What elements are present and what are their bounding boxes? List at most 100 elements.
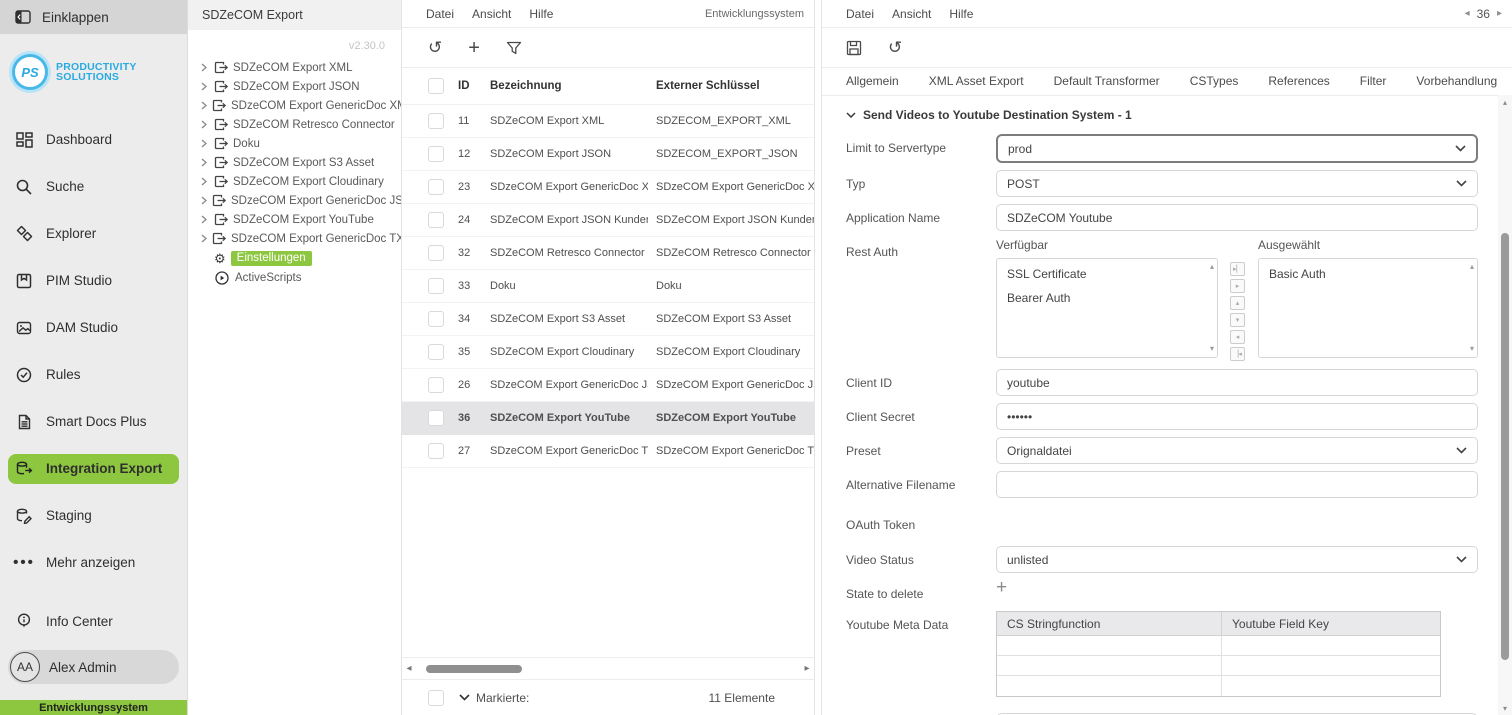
meta-table-row[interactable]: [997, 676, 1440, 696]
user-menu[interactable]: AA Alex Admin: [8, 650, 179, 684]
table-row-selected[interactable]: 36 SDZeCOM Export YouTube SDZeCOM Export…: [402, 402, 814, 435]
sidebar-item-explorer[interactable]: Explorer: [14, 219, 173, 249]
scroll-right-icon[interactable]: ▸: [800, 663, 814, 674]
move-up-button[interactable]: ▴: [1230, 296, 1245, 310]
chevron-right-icon[interactable]: [201, 101, 207, 110]
sidebar-item-dashboard[interactable]: Dashboard: [14, 125, 173, 155]
sidebar-item-integration-export[interactable]: Integration Export: [8, 454, 179, 484]
chevron-right-icon[interactable]: [201, 63, 209, 72]
sidebar-item-mehr-anzeigen[interactable]: ••• Mehr anzeigen: [14, 548, 173, 578]
move-left-button[interactable]: ◂: [1230, 330, 1245, 344]
refresh-button[interactable]: ↺: [428, 40, 442, 56]
alternative-filename-input[interactable]: [996, 471, 1478, 498]
application-name-input[interactable]: [996, 204, 1478, 231]
servertype-select[interactable]: prod: [996, 134, 1478, 163]
sidebar-item-rules[interactable]: Rules: [14, 360, 173, 390]
tree-item-activescripts[interactable]: ActiveScripts: [215, 268, 401, 288]
tab-default-transformer[interactable]: Default Transformer: [1054, 68, 1160, 96]
scroll-left-icon[interactable]: ◂: [402, 663, 416, 674]
menu-ansicht[interactable]: Ansicht: [892, 7, 931, 21]
collapse-sidebar-button[interactable]: Einklappen: [0, 0, 187, 34]
table-row[interactable]: 23 SDzeCOM Export GenericDoc XML SDzeCOM…: [402, 171, 814, 204]
tree-item[interactable]: SDzeCOM Export GenericDoc TXT: [201, 229, 401, 248]
move-all-left-button[interactable]: ▕◂: [1230, 347, 1245, 361]
marked-toggle[interactable]: Markierte:: [459, 691, 529, 705]
tab-vorbehandlung[interactable]: Vorbehandlung: [1416, 68, 1497, 96]
tree-item[interactable]: SDZeCOM Export YouTube: [201, 210, 401, 229]
table-row[interactable]: 11 SDZeCOM Export XML SDZECOM_EXPORT_XML: [402, 105, 814, 138]
tree-item[interactable]: SDzeCOM Export GenericDoc JSON: [201, 191, 401, 210]
table-row[interactable]: 27 SDzeCOM Export GenericDoc TXT SDzeCOM…: [402, 435, 814, 468]
tree-item[interactable]: SDZeCOM Export Cloudinary: [201, 172, 401, 191]
sidebar-item-pim-studio[interactable]: PIM Studio: [14, 266, 173, 296]
list-option[interactable]: Basic Auth: [1269, 265, 1463, 289]
move-all-right-button[interactable]: ▸▏: [1230, 262, 1245, 276]
row-checkbox[interactable]: [428, 212, 444, 228]
table-row[interactable]: 32 SDZeCOM Retresco Connector SDZeCOM Re…: [402, 237, 814, 270]
horizontal-scrollbar[interactable]: ◂ ▸: [402, 657, 814, 679]
table-row[interactable]: 26 SDzeCOM Export GenericDoc JSON SDzeCO…: [402, 369, 814, 402]
scrollbar-thumb[interactable]: [426, 665, 522, 673]
table-row[interactable]: 12 SDZeCOM Export JSON SDZECOM_EXPORT_JS…: [402, 138, 814, 171]
section-toggle[interactable]: Send Videos to Youtube Destination Syste…: [846, 108, 1478, 122]
row-checkbox[interactable]: [428, 146, 444, 162]
table-row[interactable]: 34 SDZeCOM Export S3 Asset SDZeCOM Expor…: [402, 303, 814, 336]
chevron-right-icon[interactable]: [201, 215, 209, 224]
tree-item[interactable]: Doku: [201, 134, 401, 153]
filter-button[interactable]: [506, 41, 522, 55]
vertical-scrollbar[interactable]: ▴ ▾: [1498, 95, 1512, 715]
row-checkbox[interactable]: [428, 179, 444, 195]
tree-item[interactable]: SDZeCOM Export S3 Asset: [201, 153, 401, 172]
table-row[interactable]: 33 Doku Doku: [402, 270, 814, 303]
tab-cstypes[interactable]: CSTypes: [1190, 68, 1239, 96]
add-state-button[interactable]: +: [996, 575, 1007, 598]
chevron-right-icon[interactable]: [201, 158, 209, 167]
table-row[interactable]: 24 SDZeCOM Export JSON Kundenliste SDZeC…: [402, 204, 814, 237]
menu-hilfe[interactable]: Hilfe: [529, 7, 553, 21]
menu-hilfe[interactable]: Hilfe: [949, 7, 973, 21]
chevron-right-icon[interactable]: [201, 234, 207, 243]
chevron-right-icon[interactable]: [201, 120, 209, 129]
available-listbox[interactable]: SSL Certificate Bearer Auth ▴ ▾: [996, 258, 1218, 358]
scroll-down-icon[interactable]: ▾: [1470, 345, 1474, 353]
preset-select[interactable]: Orignaldatei: [996, 437, 1478, 464]
add-button[interactable]: +: [468, 40, 480, 56]
tree-item[interactable]: SDZeCOM Export JSON: [201, 77, 401, 96]
row-checkbox[interactable]: [428, 311, 444, 327]
tab-references[interactable]: References: [1268, 68, 1329, 96]
tree-item[interactable]: SDzeCOM Export GenericDoc XML: [201, 96, 401, 115]
chevron-right-icon[interactable]: [201, 196, 207, 205]
footer-checkbox[interactable]: [428, 690, 444, 706]
tab-xml-asset-export[interactable]: XML Asset Export: [929, 68, 1024, 96]
row-checkbox[interactable]: [428, 344, 444, 360]
selected-listbox[interactable]: Basic Auth ▴ ▾: [1258, 258, 1478, 358]
sidebar-item-dam-studio[interactable]: DAM Studio: [14, 313, 173, 343]
row-checkbox[interactable]: [428, 377, 444, 393]
prev-record-button[interactable]: ◂: [1465, 8, 1470, 19]
meta-table-row[interactable]: [997, 636, 1440, 656]
save-button[interactable]: [846, 40, 862, 56]
row-checkbox[interactable]: [428, 443, 444, 459]
scroll-up-icon[interactable]: ▴: [1498, 98, 1512, 107]
video-status-select[interactable]: unlisted: [996, 546, 1478, 573]
refresh-button[interactable]: ↺: [888, 40, 902, 56]
tab-allgemein[interactable]: Allgemein: [846, 68, 899, 96]
scrollbar-thumb[interactable]: [1501, 233, 1509, 660]
tree-item[interactable]: SDZeCOM Export XML: [201, 58, 401, 77]
menu-datei[interactable]: Datei: [426, 7, 454, 21]
next-record-button[interactable]: ▸: [1497, 8, 1502, 19]
sidebar-item-info-center[interactable]: Info Center: [14, 606, 173, 636]
select-all-checkbox[interactable]: [428, 78, 444, 94]
client-secret-input[interactable]: [996, 403, 1478, 430]
tree-item[interactable]: SDZeCOM Retresco Connector: [201, 115, 401, 134]
move-down-button[interactable]: ▾: [1230, 313, 1245, 327]
row-checkbox[interactable]: [428, 113, 444, 129]
list-option[interactable]: SSL Certificate: [1007, 265, 1203, 289]
meta-table-row[interactable]: [997, 656, 1440, 676]
scroll-down-icon[interactable]: ▾: [1498, 704, 1512, 713]
tab-filter[interactable]: Filter: [1360, 68, 1387, 96]
menu-datei[interactable]: Datei: [846, 7, 874, 21]
tree-item-einstellungen[interactable]: ⚙ Einstellungen: [214, 248, 401, 268]
chevron-right-icon[interactable]: [201, 177, 209, 186]
chevron-right-icon[interactable]: [201, 139, 209, 148]
